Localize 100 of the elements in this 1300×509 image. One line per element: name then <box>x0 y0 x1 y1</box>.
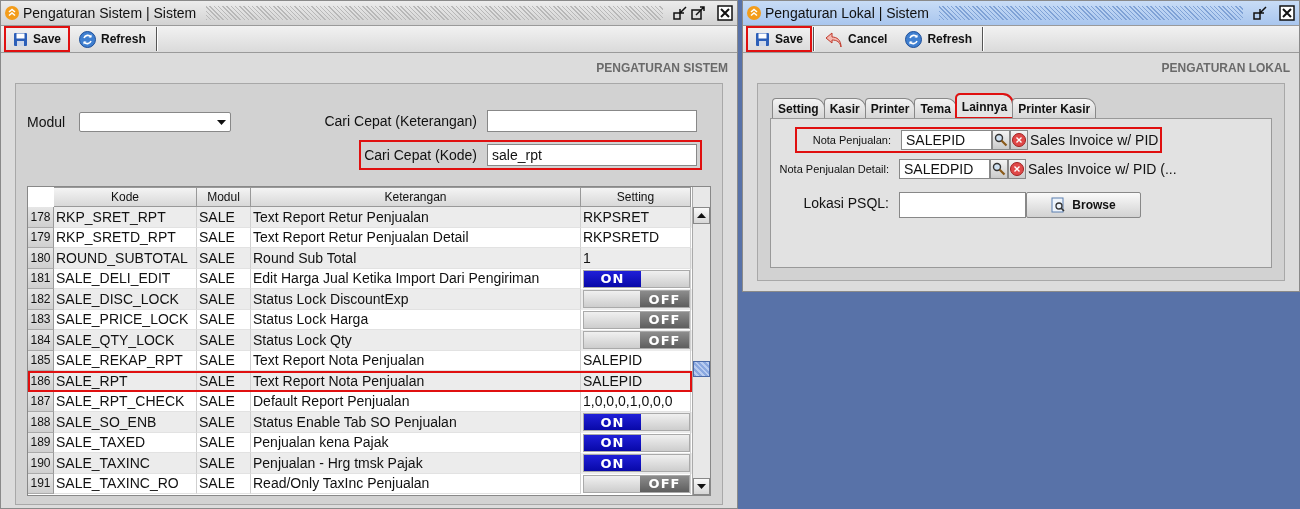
field-label: Cari Cepat (Kode) <box>364 147 477 163</box>
row-number: 189 <box>28 432 54 453</box>
restore-icon[interactable] <box>673 6 687 20</box>
field-description: Sales Invoice w/ PID <box>1029 132 1159 148</box>
toggle-switch[interactable]: ON <box>583 454 690 473</box>
table-cell: SALE_DISC_LOCK <box>54 289 197 310</box>
refresh-button[interactable]: Refresh <box>71 27 154 51</box>
table-cell: Round Sub Total <box>251 248 581 269</box>
table-cell: SALE <box>197 207 251 228</box>
input-field[interactable]: SALEPID <box>901 130 992 150</box>
input-field[interactable] <box>899 192 1026 218</box>
tab[interactable]: Setting <box>772 98 825 118</box>
table-cell: SALE_RPT <box>54 371 197 392</box>
highlighted-row[interactable]: 186 SALE_RPT SALE Text Report Nota Penjualan SALEPID <box>28 371 692 392</box>
table-cell: Status Lock Qty <box>251 330 581 351</box>
scrollbar[interactable] <box>692 187 710 495</box>
save-button[interactable]: Save <box>5 27 70 51</box>
section-heading: PENGATURAN LOKAL <box>1160 60 1291 77</box>
toggle-switch[interactable]: OFF <box>583 310 690 329</box>
search-icon <box>994 133 1008 147</box>
field-label: Lokasi PSQL: <box>802 194 890 211</box>
table-cell: ROUND_SUBTOTAL <box>54 248 197 269</box>
window-title: Pengaturan Lokal | Sistem <box>765 5 929 21</box>
table-cell: RKP_SRET_RPT <box>54 207 197 228</box>
restore-icon[interactable] <box>1253 6 1267 20</box>
close-icon[interactable] <box>1279 5 1295 21</box>
toggle-switch[interactable]: OFF <box>583 331 690 350</box>
column-header[interactable]: Kode <box>54 187 197 207</box>
clear-button[interactable] <box>1008 159 1026 179</box>
column-header[interactable]: Keterangan <box>251 187 581 207</box>
input-field[interactable]: SALEDPID <box>899 159 990 179</box>
table-cell: SALE <box>197 330 251 351</box>
refresh-icon <box>79 30 97 48</box>
field-label: Nota Penjualan: <box>811 134 892 146</box>
table-cell: SALE <box>197 412 251 433</box>
toggle-switch[interactable]: OFF <box>583 290 690 309</box>
document-search-icon <box>1051 197 1067 213</box>
row-number: 180 <box>28 248 54 269</box>
row-number: 183 <box>28 309 54 330</box>
table-cell: SALE_QTY_LOCK <box>54 330 197 351</box>
close-icon[interactable] <box>717 5 733 21</box>
field-description: Sales Invoice w/ PID (... <box>1027 161 1177 177</box>
row-number: 186 <box>28 371 54 392</box>
table-cell: SALE <box>197 371 251 392</box>
table-cell: SALE <box>197 289 251 310</box>
row-number: 185 <box>28 350 54 371</box>
refresh-button[interactable]: Refresh <box>897 27 981 51</box>
toggle-switch[interactable]: ON <box>583 269 690 288</box>
table-cell: Text Report Nota Penjualan <box>251 371 581 392</box>
table-cell: Status Enable Tab SO Penjualan <box>251 412 581 433</box>
table-cell: SALE <box>197 453 251 474</box>
row-number: 188 <box>28 412 54 433</box>
row-number: 178 <box>28 207 54 228</box>
search-button[interactable] <box>990 159 1008 179</box>
row-number: 181 <box>28 268 54 289</box>
maximize-icon[interactable] <box>691 6 705 20</box>
tab[interactable]: Lainnya <box>955 94 1014 118</box>
row-number: 184 <box>28 330 54 351</box>
tab[interactable]: Printer <box>864 98 916 118</box>
search-button[interactable] <box>992 130 1010 150</box>
save-button[interactable]: Save <box>747 27 812 51</box>
toggle-switch[interactable]: ON <box>583 433 690 452</box>
scroll-thumb[interactable] <box>693 361 710 377</box>
table-cell: SALEPID <box>581 371 691 392</box>
caret-icon <box>217 119 227 125</box>
table-cell: RKPSRET <box>581 207 691 228</box>
table-cell: Text Report Retur Penjualan <box>251 207 581 228</box>
field-label: Nota Penjualan Detail: <box>778 163 890 175</box>
tab[interactable]: Printer Kasir <box>1012 98 1097 118</box>
table-cell: Read/Only TaxInc Penjualan <box>251 473 581 494</box>
toggle-switch[interactable]: ON <box>583 413 690 432</box>
scroll-up-icon[interactable] <box>697 213 706 218</box>
table-cell: SALE_TAXINC_RO <box>54 473 197 494</box>
column-header[interactable]: Modul <box>197 187 251 207</box>
window-title: Pengaturan Sistem | Sistem <box>23 5 197 21</box>
clear-button[interactable] <box>1010 130 1028 150</box>
row-number: 187 <box>28 391 54 412</box>
module-dropdown[interactable] <box>79 112 232 132</box>
toggle-switch[interactable]: OFF <box>583 474 690 493</box>
table-cell: SALE_TAXINC <box>54 453 197 474</box>
search-field[interactable] <box>487 110 697 132</box>
row-number: 191 <box>28 473 54 494</box>
field-label: Modul <box>27 114 66 130</box>
table-cell: SALE <box>197 473 251 494</box>
app-logo-icon <box>5 6 19 20</box>
table-cell: Penjualan - Hrg tmsk Pajak <box>251 453 581 474</box>
search-field[interactable]: sale_rpt <box>487 144 697 166</box>
section-heading: PENGATURAN SISTEM <box>595 60 729 77</box>
row-number: 190 <box>28 453 54 474</box>
browse-button[interactable]: Browse <box>1026 192 1141 218</box>
row-number: 179 <box>28 227 54 248</box>
table-cell: 1 <box>581 248 691 269</box>
scroll-down-icon[interactable] <box>697 484 706 489</box>
clear-icon <box>1010 162 1024 176</box>
search-icon <box>992 162 1006 176</box>
field-label: Cari Cepat (Keterangan) <box>324 113 477 129</box>
cancel-button[interactable]: Cancel <box>817 27 896 51</box>
tab[interactable]: Tema <box>914 98 957 118</box>
column-header[interactable]: Setting <box>581 187 691 207</box>
tab[interactable]: Kasir <box>823 98 866 118</box>
